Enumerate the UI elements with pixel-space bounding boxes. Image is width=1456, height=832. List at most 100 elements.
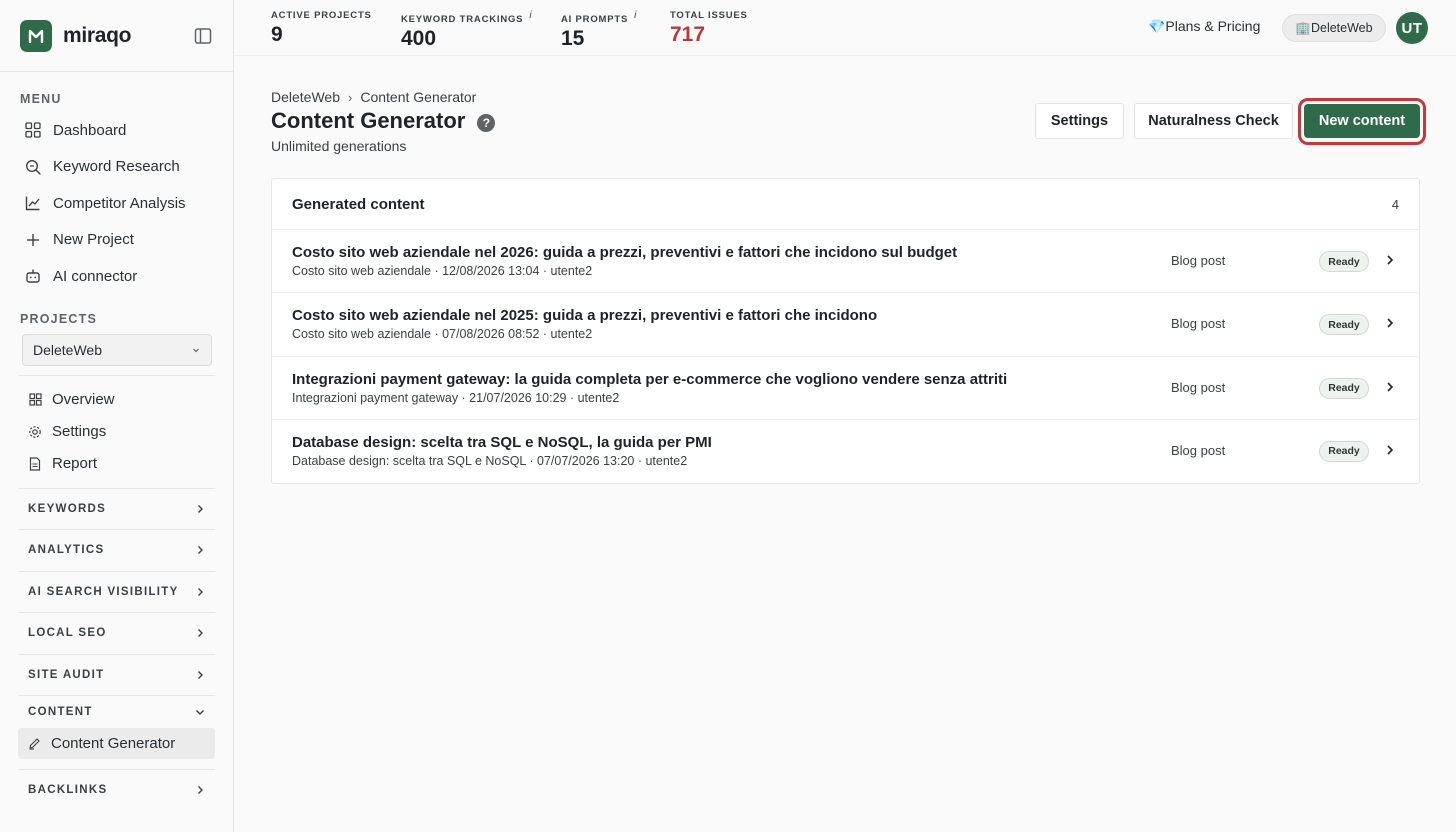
page-title: Content Generator	[271, 108, 466, 133]
content-meta: Database design: scelta tra SQL e NoSQL …	[292, 453, 688, 468]
content-count: 4	[1391, 196, 1399, 212]
menu-item-new-project[interactable]: New Project	[0, 222, 233, 259]
status-badge: Ready	[1319, 251, 1369, 272]
content-row[interactable]: Costo sito web aziendale nel 2025: guida…	[272, 293, 1419, 357]
project-item-report[interactable]: Report	[0, 448, 233, 480]
stat-value: 9	[271, 23, 283, 46]
chevron-right-icon: ›	[348, 89, 353, 105]
group-label: LOCAL SEO	[28, 627, 107, 640]
group-backlinks[interactable]: BACKLINKS	[18, 769, 215, 811]
content-title: Integrazioni payment gateway: la guida c…	[292, 370, 1008, 388]
chevron-right-icon[interactable]	[1385, 254, 1395, 266]
project-item-settings[interactable]: Settings	[0, 416, 233, 448]
generated-content-card: Generated content 4 Costo sito web azien…	[271, 178, 1420, 484]
menu-item-label: Keyword Research	[53, 158, 180, 176]
document-icon	[28, 456, 42, 471]
group-label: KEYWORDS	[28, 502, 107, 515]
gear-icon	[28, 425, 42, 439]
group-label: SITE AUDIT	[28, 668, 105, 681]
group-site-audit[interactable]: SITE AUDIT	[18, 653, 215, 696]
group-label: BACKLINKS	[28, 784, 108, 797]
chevron-right-icon	[195, 670, 205, 680]
breadcrumb-item: Content Generator	[360, 89, 477, 105]
menu-item-ai-connector[interactable]: AI connector	[0, 258, 233, 295]
page-subtitle: Unlimited generations	[271, 138, 407, 154]
menu-item-dashboard[interactable]: Dashboard	[0, 112, 233, 149]
chevron-right-icon[interactable]	[1385, 444, 1395, 456]
settings-button[interactable]: Settings	[1035, 103, 1124, 139]
top-bar: ACTIVE PROJECTS 9 KEYWORD TRACKINGS i 400…	[234, 0, 1456, 56]
workspace-chip[interactable]: 🏢DeleteWeb	[1282, 14, 1386, 42]
menu-item-label: New Project	[53, 231, 134, 249]
menu-item-label: AI connector	[53, 267, 138, 285]
project-item-overview[interactable]: Overview	[0, 384, 233, 416]
brand-name[interactable]: miraqo	[63, 24, 132, 48]
page-title-row: Content Generator ?	[271, 108, 496, 134]
menu-section-label: MENU	[20, 92, 62, 106]
content-title: Costo sito web aziendale nel 2025: guida…	[292, 307, 878, 325]
new-content-button[interactable]: New content	[1304, 104, 1420, 138]
sidebar-toggle-icon[interactable]	[193, 26, 213, 46]
group-content[interactable]: CONTENT	[18, 695, 215, 728]
main-menu: MENU Dashboard Keyword Research Competit…	[0, 72, 233, 295]
info-icon[interactable]: i	[529, 10, 532, 21]
content-meta: Costo sito web aziendale · 07/08/2026 08…	[292, 327, 593, 342]
card-title: Generated content	[292, 195, 425, 213]
chevron-right-icon	[195, 504, 205, 514]
plus-icon	[25, 232, 41, 248]
project-select[interactable]: DeleteWeb	[22, 333, 212, 366]
project-item-label: Overview	[52, 391, 115, 408]
menu-item-competitor-analysis[interactable]: Competitor Analysis	[0, 185, 233, 222]
content-type: Blog post	[1171, 253, 1226, 268]
brand-header: miraqo	[0, 0, 233, 72]
project-item-label: Settings	[52, 423, 107, 440]
menu-item-keyword-research[interactable]: Keyword Research	[0, 149, 233, 186]
group-keywords[interactable]: KEYWORDS	[18, 487, 215, 530]
projects-section: PROJECTS DeleteWeb Overview Settings Rep…	[0, 312, 233, 480]
content-type: Blog post	[1171, 316, 1226, 332]
chevron-down-icon	[195, 707, 205, 717]
project-nav: Overview Settings Report	[0, 376, 233, 480]
plans-pricing-link[interactable]: 💎Plans & Pricing	[1148, 18, 1260, 35]
stat-total-issues: TOTAL ISSUES 717	[670, 10, 748, 47]
robot-icon	[25, 268, 41, 284]
status-badge: Ready	[1319, 377, 1369, 399]
stat-label: TOTAL ISSUES	[670, 10, 748, 21]
content-meta: Costo sito web aziendale · 12/08/2026 13…	[292, 264, 593, 278]
stat-label: KEYWORD TRACKINGS i	[401, 10, 533, 26]
group-analytics[interactable]: ANALYTICS	[18, 529, 215, 571]
chevron-right-icon[interactable]	[1385, 317, 1395, 329]
content-row[interactable]: Integrazioni payment gateway: la guida c…	[272, 357, 1419, 420]
grid-icon	[28, 393, 42, 407]
status-badge: Ready	[1319, 440, 1369, 462]
group-ai-search-visibility[interactable]: AI SEARCH VISIBILITY	[18, 570, 215, 613]
breadcrumb: DeleteWeb › Content Generator	[271, 89, 476, 105]
breadcrumb-item[interactable]: DeleteWeb	[271, 89, 340, 105]
content-meta: Integrazioni payment gateway · 21/07/202…	[292, 390, 620, 405]
stat-keyword-trackings: KEYWORD TRACKINGS i 400	[401, 10, 532, 51]
logo-icon[interactable]	[20, 19, 52, 52]
avatar[interactable]: UT	[1396, 12, 1428, 44]
chevron-right-icon	[195, 587, 205, 597]
projects-section-label: PROJECTS	[20, 311, 97, 326]
content-title: Costo sito web aziendale nel 2026: guida…	[292, 244, 958, 261]
pencil-icon	[28, 737, 42, 751]
sidebar: miraqo MENU Dashboard Keyword Research C…	[0, 0, 234, 832]
content-row[interactable]: Costo sito web aziendale nel 2026: guida…	[272, 230, 1419, 294]
content-item-content-generator[interactable]: Content Generator	[18, 728, 215, 759]
content-type: Blog post	[1171, 442, 1226, 458]
project-item-label: Report	[52, 455, 98, 472]
chart-line-icon	[25, 195, 41, 211]
chevron-right-icon[interactable]	[1385, 381, 1395, 393]
info-icon[interactable]: i	[634, 10, 637, 21]
menu-item-label: Competitor Analysis	[53, 194, 186, 212]
chevron-down-icon	[191, 342, 201, 358]
chevron-right-icon	[195, 545, 205, 555]
content-row[interactable]: Database design: scelta tra SQL e NoSQL,…	[272, 420, 1419, 483]
card-header: Generated content 4	[272, 179, 1419, 230]
chevron-right-icon	[195, 785, 205, 795]
naturalness-check-button[interactable]: Naturalness Check	[1134, 103, 1293, 139]
group-local-seo[interactable]: LOCAL SEO	[18, 612, 215, 654]
menu-item-label: Dashboard	[53, 121, 127, 139]
help-icon[interactable]: ?	[477, 113, 496, 132]
